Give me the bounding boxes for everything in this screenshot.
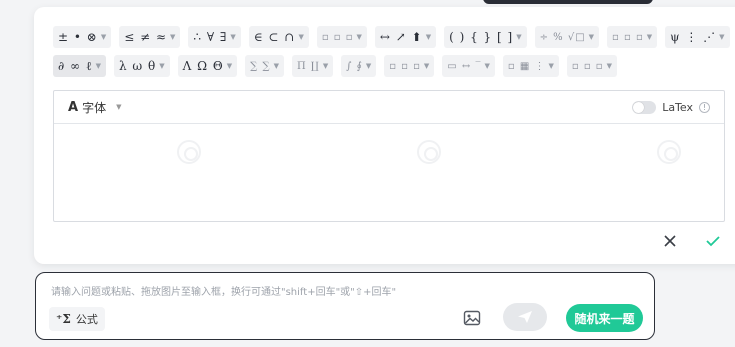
watermark-logo-icon	[177, 140, 201, 164]
chevron-down-icon: ▼	[606, 62, 612, 70]
symbol-glyphs: ▫ ▫ ▫	[571, 60, 604, 72]
symbol-glyphs: ± • ⊗	[58, 30, 98, 44]
formula-editing-area[interactable]	[54, 124, 724, 221]
symbol-glyphs: ∈ ⊂ ∩	[253, 30, 296, 44]
symbol-group-button[interactable]: ∑ ∑ ▼	[245, 55, 284, 77]
font-select-label: 字体	[82, 100, 107, 115]
symbol-group-button[interactable]: ▫ ▫ ▫ ▼	[384, 55, 435, 77]
chevron-down-icon: ▼	[170, 33, 176, 41]
symbol-glyphs: ÷ % √□	[539, 31, 586, 43]
symbol-glyphs: Π ∐	[296, 60, 320, 72]
symbol-group-button[interactable]: ± • ⊗ ▼	[53, 26, 112, 48]
chevron-down-icon: ▼	[273, 62, 279, 70]
formula-input-box[interactable]: A 字体 ▼ LaTex !	[53, 90, 725, 222]
formula-button[interactable]: ⁺Σ 公式	[49, 307, 105, 331]
image-upload-icon[interactable]	[463, 309, 481, 327]
chevron-down-icon: ▼	[322, 62, 329, 70]
symbol-group-button[interactable]: ψ ⋮ ⋰ ▼	[665, 26, 730, 48]
symbol-toolbar-row-1: ± • ⊗ ▼ ≤ ≠ ≈ ▼ ∴ ∀ ∃ ▼ ∈ ⊂ ∩ ▼ ▫ ▫ ▫ ▼ ↔ ↗ ⬆ ▼( ) …	[53, 26, 730, 48]
symbol-glyphs: Λ Ω Θ	[182, 59, 224, 73]
symbol-glyphs: ▭ ↔ ‾	[447, 60, 482, 72]
symbol-group-button[interactable]: Π ∐ ▼	[291, 55, 334, 77]
symbol-glyphs: ▫ ▫ ▫	[321, 31, 354, 43]
symbol-group-button[interactable]: ∴ ∀ ∃ ▼	[188, 26, 241, 48]
chevron-down-icon: ▼	[298, 33, 304, 41]
latex-label: LaTex	[662, 100, 693, 114]
watermark-logo-icon	[657, 140, 681, 164]
font-icon: A	[68, 99, 79, 115]
watermark-logo-icon	[417, 140, 441, 164]
chevron-down-icon: ▼	[484, 62, 490, 70]
chevron-down-icon: ▼	[356, 33, 362, 41]
chevron-down-icon: ▼	[95, 62, 101, 70]
symbol-toolbar-row-2: ∂ ∞ ℓ ▼ λ ω θ ▼ Λ Ω Θ ▼ ∑ ∑ ▼ Π ∐ ▼ ∫ ∮ ▼ ▫ ▫ ▫ ▼ ▭ ↔ …	[53, 55, 617, 77]
chevron-down-icon: ▼	[159, 62, 165, 70]
symbol-group-button[interactable]: ▫ ▫ ▫ ▼	[316, 26, 367, 48]
chevron-down-icon: ▼	[588, 33, 595, 41]
symbol-group-button[interactable]: ↔ ↗ ⬆ ▼	[374, 26, 437, 48]
formula-header: A 字体 ▼ LaTex !	[54, 91, 724, 124]
symbol-glyphs: ∫ ∮	[346, 60, 363, 72]
sigma-icon: ⁺Σ	[56, 312, 71, 326]
symbol-glyphs: ψ ⋮ ⋰	[670, 30, 717, 44]
symbol-glyphs: λ ω θ	[118, 59, 157, 73]
symbol-group-button[interactable]: ≤ ≠ ≈ ▼	[119, 26, 181, 48]
chevron-down-icon: ▼	[365, 62, 372, 70]
app-stage: ± • ⊗ ▼ ≤ ≠ ≈ ▼ ∴ ∀ ∃ ▼ ∈ ⊂ ∩ ▼ ▫ ▫ ▫ ▼ ↔ ↗ ⬆ ▼( ) …	[0, 0, 735, 347]
send-icon	[518, 311, 532, 323]
chevron-down-icon: ▼	[646, 33, 653, 41]
symbol-glyphs: ▫ ▫ ▫	[389, 60, 421, 72]
latex-switch[interactable]	[632, 100, 657, 114]
symbol-glyphs: ↔ ↗ ⬆	[379, 30, 423, 44]
symbol-group-button[interactable]: ∈ ⊂ ∩ ▼	[248, 26, 309, 48]
top-tab-decoration	[483, 0, 653, 4]
font-select[interactable]: A 字体 ▼	[68, 99, 121, 116]
symbol-group-button[interactable]: λ ω θ ▼	[113, 55, 170, 77]
chat-input-placeholder[interactable]: 请输入问题或粘贴、拖放图片至输入框，换行可通过"shift+回车"或"⇧+回车"	[51, 283, 396, 298]
symbol-glyphs: ∂ ∞ ℓ	[58, 58, 93, 73]
symbol-group-button[interactable]: ▫ ▫ ▫ ▼	[607, 26, 658, 48]
chat-input-box[interactable]: 请输入问题或粘贴、拖放图片至输入框，换行可通过"shift+回车"或"⇧+回车"…	[35, 272, 655, 340]
symbol-glyphs: ≤ ≠ ≈	[124, 30, 168, 44]
chevron-down-icon: ▼	[516, 33, 522, 41]
chevron-down-icon: ▼	[226, 62, 233, 70]
chevron-down-icon: ▼	[100, 33, 107, 41]
symbol-group-button[interactable]: ∂ ∞ ℓ ▼	[53, 55, 106, 77]
chevron-down-icon: ▼	[719, 33, 725, 41]
symbol-group-button[interactable]: ∫ ∮ ▼	[341, 55, 377, 77]
check-icon[interactable]	[705, 234, 721, 248]
send-button[interactable]	[503, 303, 547, 331]
symbol-group-button[interactable]: ▭ ↔ ‾ ▼	[442, 55, 495, 77]
chevron-down-icon: ▼	[230, 33, 236, 41]
latex-toggle[interactable]: LaTex !	[632, 100, 710, 114]
formula-button-label: 公式	[75, 313, 98, 326]
symbol-group-button[interactable]: ▫ ▦ ⋮ ▼	[502, 55, 559, 77]
formula-editor-panel: ± • ⊗ ▼ ≤ ≠ ≈ ▼ ∴ ∀ ∃ ▼ ∈ ⊂ ∩ ▼ ▫ ▫ ▫ ▼ ↔ ↗ ⬆ ▼( ) …	[34, 7, 735, 264]
help-icon[interactable]: !	[699, 101, 710, 113]
symbol-glyphs: ▫ ▦ ⋮	[507, 60, 546, 72]
symbol-glyphs: ( ) { } [ ]	[449, 30, 514, 44]
close-icon[interactable]	[663, 234, 677, 248]
symbol-group-button[interactable]: ÷ % √□ ▼	[534, 26, 600, 48]
chevron-down-icon: ▼	[425, 33, 432, 41]
symbol-glyphs: ▫ ▫ ▫	[612, 31, 644, 43]
chevron-down-icon: ▼	[116, 103, 122, 111]
chevron-down-icon: ▼	[423, 62, 430, 70]
symbol-group-button[interactable]: ( ) { } [ ] ▼	[444, 26, 527, 48]
symbol-glyphs: ∑ ∑	[250, 60, 271, 72]
chevron-down-icon: ▼	[548, 62, 554, 70]
random-question-button[interactable]: 随机来一题	[566, 304, 643, 332]
symbol-group-button[interactable]: Λ Ω Θ ▼	[177, 55, 238, 77]
symbol-glyphs: ∴ ∀ ∃	[193, 30, 228, 44]
symbol-group-button[interactable]: ▫ ▫ ▫ ▼	[566, 55, 617, 77]
